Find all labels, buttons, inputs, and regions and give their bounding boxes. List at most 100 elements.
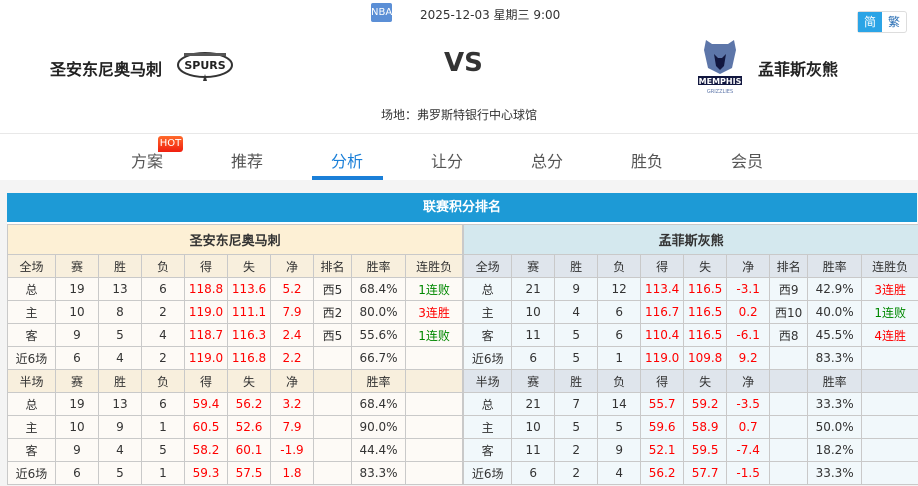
table-cell: 2	[141, 300, 185, 324]
table-cell: 得	[184, 254, 228, 278]
table-cell: 胜	[554, 369, 599, 393]
table-cell	[861, 461, 918, 485]
table-cell: 失	[227, 369, 271, 393]
language-toggle[interactable]: 简 繁	[857, 11, 907, 33]
table-cell: 11	[511, 438, 556, 462]
table-cell: -6.1	[726, 323, 771, 347]
table-cell: 59.3	[184, 461, 228, 485]
table-cell	[404, 438, 464, 462]
table-cell: 6	[141, 277, 185, 301]
table-cell	[769, 392, 809, 416]
table-cell: 83.3%	[807, 346, 863, 370]
table-row: 客 9 5 4 118.7 116.3 2.4 西5 55.6% 1连败	[7, 323, 464, 347]
spurs-logo: SPURS	[177, 52, 233, 81]
table-cell: 客	[7, 438, 56, 462]
table-cell: 4	[98, 438, 142, 462]
table-cell: 59.5	[683, 438, 728, 462]
standings-panel: 联赛积分排名 圣安东尼奥马刺 全场赛胜负得失净排名 胜率 连胜负总 19 13 6 118.8…	[6, 193, 918, 485]
table-cell: 8	[98, 300, 142, 324]
tab-recommend[interactable]: 推荐	[207, 148, 287, 172]
table-row: 客 9 4 5 58.2 60.1 -1.9 44.4%	[7, 438, 464, 462]
table-cell: 负	[597, 369, 642, 393]
table-cell: 5	[98, 323, 142, 347]
table-row: 客 11 2 9 52.1 59.5 -7.4 18.2%	[463, 438, 918, 462]
lang-traditional-button[interactable]: 繁	[882, 12, 906, 32]
table-row: 主 10 9 1 60.5 52.6 7.9 90.0%	[7, 415, 464, 439]
table-cell: 4	[98, 346, 142, 370]
tab-moneyline[interactable]: 胜负	[607, 148, 687, 172]
away-team-name[interactable]: 孟菲斯灰熊	[758, 56, 838, 80]
table-cell: 半场	[463, 369, 513, 393]
table-cell: 5	[98, 461, 142, 485]
table-cell: 西2	[313, 300, 352, 324]
table-cell: 118.7	[184, 323, 228, 347]
table-cell: 胜	[554, 254, 599, 278]
table-cell	[861, 415, 918, 439]
tab-handicap[interactable]: 让分	[407, 148, 487, 172]
table-cell	[404, 346, 464, 370]
table-cell: 118.8	[184, 277, 228, 301]
table-cell: 56.2	[640, 461, 685, 485]
table-cell: 5	[141, 438, 185, 462]
table-cell	[404, 461, 464, 485]
table-cell	[861, 346, 918, 370]
table-cell: 50.0%	[807, 415, 863, 439]
table-cell: 连胜负	[861, 254, 918, 278]
table-cell: 全场	[463, 254, 513, 278]
table-cell: 19	[55, 392, 99, 416]
home-team-name[interactable]: 圣安东尼奥马刺	[50, 56, 162, 80]
table-cell: 净	[726, 369, 771, 393]
tab-member[interactable]: 会员	[707, 148, 787, 172]
table-cell: 近6场	[463, 346, 513, 370]
table-cell: 3连胜	[404, 300, 464, 324]
table-cell: 负	[141, 369, 185, 393]
table-cell: 近6场	[7, 461, 56, 485]
table-cell: 33.3%	[807, 392, 863, 416]
full-header-row: 全场赛胜负得失净排名 胜率 连胜负	[463, 254, 918, 278]
table-cell: 110.4	[640, 323, 685, 347]
svg-text:GRIZZLIES: GRIZZLIES	[707, 89, 733, 95]
divider	[0, 133, 918, 134]
table-row: 主 10 8 2 119.0 111.1 7.9 西2 80.0% 3连胜	[7, 300, 464, 324]
table-cell	[313, 461, 352, 485]
lang-simplified-button[interactable]: 简	[858, 12, 882, 32]
table-cell: 1连败	[404, 323, 464, 347]
tab-total[interactable]: 总分	[507, 148, 587, 172]
table-cell	[404, 392, 464, 416]
table-cell: 58.2	[184, 438, 228, 462]
table-cell: 失	[683, 254, 728, 278]
table-cell: 胜率	[351, 369, 406, 393]
table-cell: 52.6	[227, 415, 271, 439]
table-cell: 胜	[98, 369, 142, 393]
table-cell: 0.2	[726, 300, 771, 324]
svg-text:MEMPHIS: MEMPHIS	[699, 77, 742, 86]
table-cell: 6	[511, 461, 556, 485]
hot-badge: HOT	[158, 136, 183, 152]
table-cell: 9	[554, 277, 599, 301]
table-cell: 13	[98, 277, 142, 301]
table-cell: 119.0	[184, 346, 228, 370]
table-row: 近6场 6 4 2 119.0 116.8 2.2 66.7%	[7, 346, 464, 370]
table-cell: 10	[55, 300, 99, 324]
table-cell: 68.4%	[351, 277, 406, 301]
table-cell: 21	[511, 277, 556, 301]
table-cell: 9	[55, 323, 99, 347]
table-cell: 59.4	[184, 392, 228, 416]
table-row: 总 19 13 6 118.8 113.6 5.2 西5 68.4% 1连败	[7, 277, 464, 301]
table-cell	[769, 369, 809, 393]
table-row: 主 10 4 6 116.7 116.5 0.2 西10 40.0% 1连败	[463, 300, 918, 324]
table-cell: 56.2	[227, 392, 271, 416]
table-cell: 3连胜	[861, 277, 918, 301]
table-cell: 1	[141, 415, 185, 439]
table-cell: 45.5%	[807, 323, 863, 347]
table-cell: 1.8	[270, 461, 314, 485]
table-cell	[404, 369, 464, 393]
table-cell: 2	[554, 438, 599, 462]
table-cell	[769, 461, 809, 485]
table-cell: 9	[98, 415, 142, 439]
tab-analysis[interactable]: 分析	[307, 148, 387, 172]
table-cell: 净	[270, 369, 314, 393]
table-cell: 59.6	[640, 415, 685, 439]
table-cell: 近6场	[7, 346, 56, 370]
table-cell	[313, 415, 352, 439]
